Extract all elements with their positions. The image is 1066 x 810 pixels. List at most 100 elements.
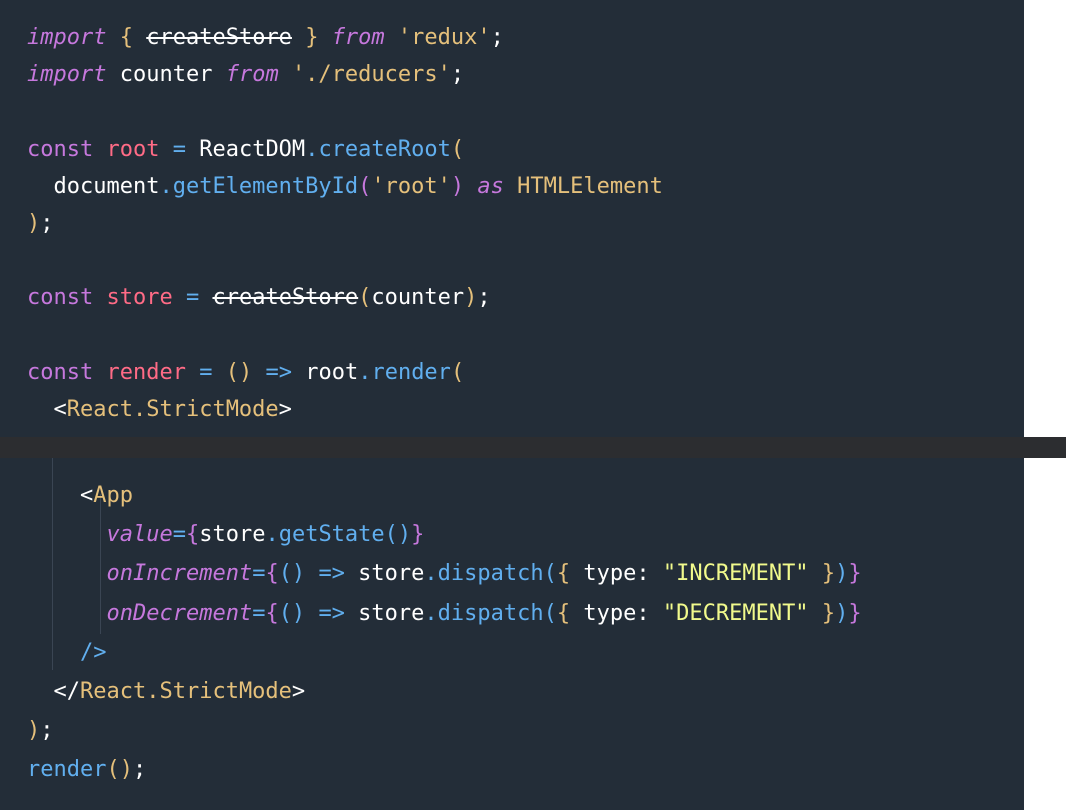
code-line[interactable]: );: [27, 713, 54, 749]
code-token: (): [278, 600, 306, 626]
code-token: import: [27, 62, 107, 88]
code-token: =: [252, 600, 266, 626]
code-token: (: [358, 173, 372, 199]
code-token: (): [278, 561, 306, 587]
code-line[interactable]: document.getElementById('root') as HTMLE…: [27, 169, 663, 205]
code-token: =: [172, 522, 186, 548]
code-token: <: [79, 483, 94, 508]
code-line[interactable]: const render = () => root.render(: [27, 355, 464, 391]
code-token: }: [821, 561, 836, 587]
code-token: =: [252, 561, 266, 587]
code-token: ): [450, 173, 465, 199]
code-line[interactable]: import { createStore } from 'redux';: [27, 20, 504, 56]
code-line[interactable]: import counter from './reducers';: [27, 57, 464, 93]
code-token: }: [411, 522, 425, 548]
code-token: ;: [132, 757, 147, 783]
code-token: root: [106, 136, 160, 162]
code-token: .: [424, 600, 438, 626]
code-token: }: [821, 600, 836, 626]
code-editor-bottom[interactable]: <App value={store.getState()} onIncremen…: [0, 458, 1024, 810]
code-token: {: [556, 561, 571, 587]
code-line[interactable]: value={store.getState()}: [27, 517, 424, 553]
code-token: render: [106, 359, 186, 385]
code-token: =: [185, 285, 200, 311]
code-token: (: [450, 136, 465, 162]
code-token: >: [278, 397, 292, 422]
code-token: getState: [278, 522, 385, 548]
code-token: store: [344, 561, 425, 587]
code-line[interactable]: onDecrement={() => store.dispatch({ type…: [27, 596, 861, 632]
code-token: ): [835, 561, 849, 587]
code-token: React.StrictMode: [66, 397, 279, 422]
code-token: onDecrement: [106, 600, 253, 626]
code-token: 'root': [371, 173, 451, 199]
code-token: </: [53, 679, 81, 704]
code-line[interactable]: </React.StrictMode>: [27, 674, 306, 710]
code-token: ;: [490, 25, 504, 50]
code-token: <: [53, 397, 67, 422]
code-token: .: [265, 522, 279, 548]
code-token: ): [27, 211, 41, 236]
code-token: root: [291, 359, 359, 385]
code-token: render: [27, 757, 107, 783]
code-token: HTMLElement: [517, 173, 663, 199]
code-token: const: [27, 359, 94, 385]
code-token: type:: [570, 561, 663, 587]
code-token: from: [225, 62, 279, 88]
code-token: =: [172, 136, 186, 162]
code-token: React.StrictMode: [80, 679, 292, 704]
code-line[interactable]: />: [27, 635, 107, 671]
code-token: (: [543, 561, 557, 587]
code-line[interactable]: const root = ReactDOM.createRoot(: [27, 132, 464, 168]
code-line[interactable]: const store = createStore(counter);: [27, 280, 491, 316]
code-token: .: [424, 561, 438, 587]
code-token: getElementById: [172, 173, 359, 199]
code-line[interactable]: onIncrement={() => store.dispatch({ type…: [27, 556, 862, 592]
code-token: as: [477, 173, 504, 199]
code-token: {: [265, 561, 279, 587]
code-token: const: [27, 136, 94, 162]
code-token: (: [358, 285, 372, 311]
code-line[interactable]: <App: [27, 478, 133, 514]
code-editor-top[interactable]: import { createStore } from 'redux'; impo…: [0, 0, 1024, 437]
code-token: ;: [40, 718, 54, 744]
code-token: {: [556, 600, 571, 626]
code-token: (): [225, 359, 253, 385]
code-token: .: [159, 173, 173, 199]
code-token: }: [848, 561, 862, 587]
code-token: value: [106, 522, 173, 548]
code-line[interactable]: render();: [27, 752, 146, 788]
code-token: =: [199, 359, 213, 385]
code-token: App: [93, 483, 133, 508]
code-token: createStore: [146, 25, 292, 50]
code-line[interactable]: <React.StrictMode>: [27, 392, 292, 428]
code-token: createStore: [212, 285, 359, 311]
code-token: {: [119, 25, 133, 50]
code-token: createRoot: [318, 136, 451, 162]
code-token: (): [384, 522, 412, 548]
code-token: .: [305, 136, 319, 162]
code-token: {: [185, 522, 200, 548]
code-line[interactable]: );: [27, 206, 54, 242]
code-token: }: [305, 25, 319, 50]
code-token: './reducers': [291, 62, 451, 88]
code-token: =>: [265, 359, 292, 385]
code-token: type:: [570, 600, 663, 626]
